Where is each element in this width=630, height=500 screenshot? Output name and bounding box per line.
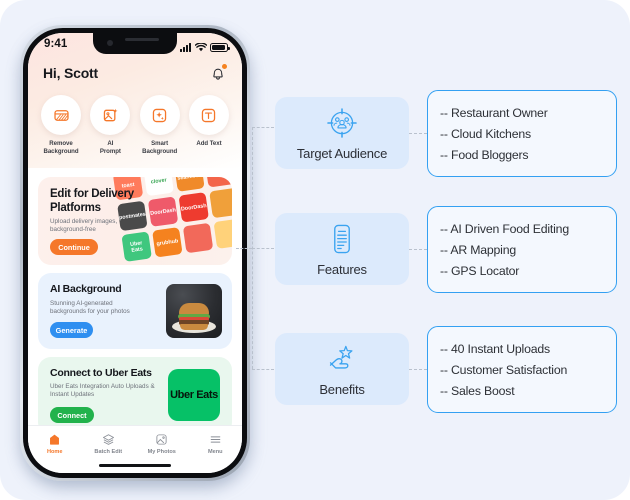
- logo-tile: grubhub: [152, 227, 183, 258]
- text-box-icon: [202, 108, 216, 122]
- card-title: Edit for Delivery Platforms: [50, 188, 134, 214]
- node-label: Benefits: [319, 381, 365, 397]
- quick-action-smart-background[interactable]: Smart Background: [137, 95, 183, 155]
- status-time: 9:41: [44, 38, 68, 50]
- notification-badge: [222, 64, 227, 69]
- list-item: -- Sales Boost: [440, 383, 515, 398]
- connector-node-to-list-2: [409, 249, 427, 250]
- connector-node-to-list-1: [409, 133, 427, 134]
- wifi-icon: [194, 43, 207, 52]
- node-benefits[interactable]: Benefits: [275, 333, 409, 405]
- quick-action-add-text[interactable]: Add Text: [186, 95, 232, 155]
- card-ai-background[interactable]: AI Background Stunning AI-generated back…: [38, 273, 232, 349]
- tab-menu[interactable]: Menu: [189, 433, 243, 455]
- quick-action-ai-prompt[interactable]: AI Prompt: [87, 95, 133, 155]
- greeting-row: Hi, Scott: [28, 61, 242, 85]
- node-features[interactable]: Features: [275, 213, 409, 285]
- target-audience-icon: [327, 107, 357, 138]
- list-item: -- GPS Locator: [440, 263, 520, 278]
- node-label: Features: [317, 261, 367, 277]
- tab-label: Home: [46, 449, 63, 455]
- logo-tile: Uber Eats: [121, 231, 152, 262]
- logo-tile: [182, 222, 214, 254]
- earpiece-speaker: [125, 38, 159, 41]
- home-icon: [50, 434, 60, 445]
- layers-icon: [102, 434, 114, 445]
- list-item: -- Restaurant Owner: [440, 105, 548, 120]
- card-title: Connect to Uber Eats: [50, 367, 152, 379]
- status-icons: [180, 40, 230, 52]
- tab-my-photos[interactable]: My Photos: [135, 433, 189, 455]
- list-item: -- AR Mapping: [440, 242, 516, 257]
- document-list-icon: [334, 224, 350, 253]
- quick-action-circle: [41, 95, 81, 135]
- node-target-audience[interactable]: Target Audience: [275, 97, 409, 169]
- uber-eats-logo: Uber Eats: [168, 369, 220, 421]
- hand-star-icon: [329, 345, 353, 369]
- burger-shape: [178, 303, 210, 330]
- logo-tile: [213, 218, 232, 249]
- list-item: -- Customer Satisfaction: [440, 362, 568, 377]
- quick-action-circle: [90, 95, 131, 135]
- tab-label: My Photos: [147, 449, 176, 455]
- logo-tile: seamless: [174, 177, 205, 192]
- card-edit-for-delivery[interactable]: toast clover seamless postmates DoorDash…: [38, 177, 232, 265]
- tab-batch-edit[interactable]: Batch Edit: [82, 433, 136, 455]
- greeting-text: Hi, Scott: [43, 65, 98, 81]
- image-sparkle-icon: [103, 108, 118, 121]
- connector-branch-target-audience: [252, 127, 274, 128]
- list-features[interactable]: -- AI Driven Food Editing -- AR Mapping …: [427, 206, 617, 293]
- list-item: -- 40 Instant Uploads: [440, 341, 550, 356]
- list-item: -- Food Bloggers: [440, 147, 529, 162]
- connect-button[interactable]: Connect: [50, 407, 94, 423]
- logo-tile: DoorDash: [147, 196, 179, 227]
- logo-tile: [204, 177, 232, 188]
- list-item: -- Cloud Kitchens: [440, 126, 531, 141]
- phone-screen: 9:41 Hi, Scott Remove Background AI Prom…: [28, 33, 242, 473]
- node-label: Target Audience: [296, 145, 388, 161]
- quick-actions-row: Remove Background AI Prompt Smart Backgr…: [28, 95, 242, 155]
- home-indicator: [99, 463, 171, 467]
- connector-node-to-list-3: [409, 369, 427, 370]
- connector-branch-benefits: [252, 369, 274, 370]
- card-subtitle: Stunning AI-generated backgrounds for yo…: [50, 300, 130, 316]
- list-target-audience[interactable]: -- Restaurant Owner -- Cloud Kitchens --…: [427, 90, 617, 177]
- quick-action-circle: [139, 95, 180, 135]
- signal-icon: [180, 43, 191, 52]
- connector-trunk-stub: [236, 248, 252, 249]
- tab-label: Batch Edit: [94, 449, 123, 455]
- logo-tile: DoorDash: [178, 192, 209, 223]
- tab-home[interactable]: Home: [28, 433, 82, 455]
- quick-action-circle: [188, 95, 229, 135]
- quick-action-label: Smart Background: [142, 140, 178, 155]
- card-title: AI Background: [50, 283, 122, 295]
- tab-label: Menu: [207, 449, 223, 455]
- continue-button[interactable]: Continue: [50, 239, 98, 255]
- card-connect-uber-eats[interactable]: Uber Eats Connect to Uber Eats Uber Eats…: [38, 357, 232, 435]
- phone-mockup: 9:41 Hi, Scott Remove Background AI Prom…: [14, 22, 256, 486]
- card-subtitle: Uber Eats Integration Auto Uploads & Ins…: [50, 383, 155, 399]
- notification-button[interactable]: [209, 64, 227, 82]
- generate-button[interactable]: Generate: [50, 322, 93, 338]
- connector-branch-features: [252, 248, 274, 249]
- eraser-icon: [53, 109, 69, 121]
- page-root: 9:41 Hi, Scott Remove Background AI Prom…: [0, 0, 630, 500]
- quick-action-label: Remove Background: [43, 140, 79, 155]
- list-item: -- AI Driven Food Editing: [440, 221, 569, 236]
- front-camera-icon: [107, 40, 113, 46]
- photo-icon: [156, 434, 167, 445]
- list-benefits[interactable]: -- 40 Instant Uploads -- Customer Satisf…: [427, 326, 617, 413]
- sparkle-box-icon: [152, 108, 167, 122]
- battery-icon: [210, 43, 230, 52]
- quick-action-label: AI Prompt: [99, 140, 121, 155]
- burger-photo: [166, 284, 222, 338]
- hamburger-icon: [210, 436, 221, 443]
- card-subtitle: Upload delivery images, background-free: [50, 218, 118, 234]
- logo-tile: [209, 187, 232, 219]
- quick-action-remove-background[interactable]: Remove Background: [38, 95, 84, 155]
- phone-notch: [93, 33, 177, 54]
- quick-action-label: Add Text: [196, 140, 222, 147]
- logo-tile: clover: [143, 177, 174, 197]
